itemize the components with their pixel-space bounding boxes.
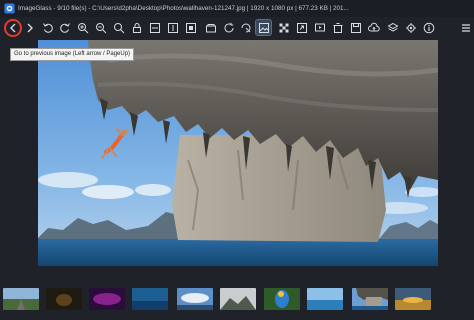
lock-zoom-button[interactable]	[129, 20, 144, 35]
rotate-right-icon	[59, 22, 70, 33]
scale-height-button[interactable]	[165, 20, 180, 35]
refresh-icon	[224, 22, 233, 32]
thumbnail-clouds-sky[interactable]	[177, 288, 213, 310]
open-file-icon	[205, 23, 216, 32]
thumbnail-blue-sea[interactable]	[132, 288, 168, 310]
thumbnail-dark-forest[interactable]	[46, 288, 82, 310]
rotate-right-button[interactable]	[57, 20, 72, 35]
refresh-button[interactable]	[221, 20, 236, 35]
auto-zoom-icon	[185, 22, 196, 33]
scale-to-height-icon	[167, 22, 178, 33]
thumbnail-bar-toggle-button[interactable]	[255, 19, 272, 36]
settings-icon	[405, 22, 416, 33]
crop-icon	[386, 22, 399, 32]
toolbar	[0, 17, 474, 40]
lock-zoom-icon	[132, 22, 141, 33]
info-button[interactable]	[421, 20, 436, 35]
tooltip: Go to previous image (Left arrow / PageU…	[10, 48, 135, 61]
slideshow-icon	[314, 23, 325, 31]
scale-width-button[interactable]	[147, 20, 162, 35]
zoom-fit-button[interactable]	[111, 20, 126, 35]
thumbnail-bar-icon	[258, 22, 269, 33]
thumbnail-road[interactable]	[3, 288, 39, 310]
upload-button[interactable]	[366, 20, 381, 35]
thumbnail-sunset-field[interactable]	[395, 288, 431, 310]
zoom-fit-icon	[113, 22, 124, 33]
crop-button[interactable]	[385, 20, 400, 35]
upload-icon	[367, 22, 380, 31]
fullscreen-button[interactable]	[294, 20, 309, 35]
previous-image-icon	[10, 23, 16, 33]
thumbnail-bar	[0, 276, 474, 320]
thumbnail-climber-cliff[interactable]	[352, 288, 388, 310]
checkerboard-icon	[279, 23, 288, 32]
save-button[interactable]	[348, 20, 363, 35]
current-image	[38, 40, 438, 266]
window-title: ImageGlass - 9/10 file(s) - C:\Users\d2p…	[18, 5, 349, 12]
next-image-icon	[27, 23, 33, 32]
thumbnail-parrot[interactable]	[264, 288, 300, 310]
thumbnail-purple-nebula[interactable]	[89, 288, 125, 310]
settings-button[interactable]	[403, 20, 418, 35]
delete-button[interactable]	[330, 20, 345, 35]
delete-icon	[333, 22, 342, 33]
goto-image-icon	[241, 23, 250, 32]
fullscreen-icon	[296, 22, 307, 33]
zoom-out-button[interactable]	[93, 20, 108, 35]
zoom-in-button[interactable]	[75, 20, 90, 35]
main-menu-button[interactable]	[458, 20, 473, 35]
imageglass-logo-icon	[4, 3, 15, 14]
goto-image-button[interactable]	[238, 20, 253, 35]
thumbnail-beach-horizon[interactable]	[307, 288, 343, 310]
previous-image-button[interactable]	[4, 19, 22, 37]
open-file-button[interactable]	[203, 20, 218, 35]
thumbnail-mountain-mist[interactable]	[220, 288, 256, 310]
auto-zoom-button[interactable]	[183, 20, 198, 35]
rotate-left-icon	[42, 22, 53, 33]
title-bar: ImageGlass - 9/10 file(s) - C:\Users\d2p…	[0, 0, 474, 17]
slideshow-button[interactable]	[312, 20, 327, 35]
info-icon	[423, 22, 434, 33]
save-icon	[350, 22, 361, 33]
checkerboard-button[interactable]	[276, 20, 291, 35]
menu-icon	[461, 23, 470, 32]
zoom-in-icon	[77, 22, 88, 33]
rotate-left-button[interactable]	[40, 20, 55, 35]
next-image-button[interactable]	[22, 20, 37, 35]
scale-to-width-icon	[149, 22, 160, 33]
zoom-out-icon	[95, 22, 106, 33]
